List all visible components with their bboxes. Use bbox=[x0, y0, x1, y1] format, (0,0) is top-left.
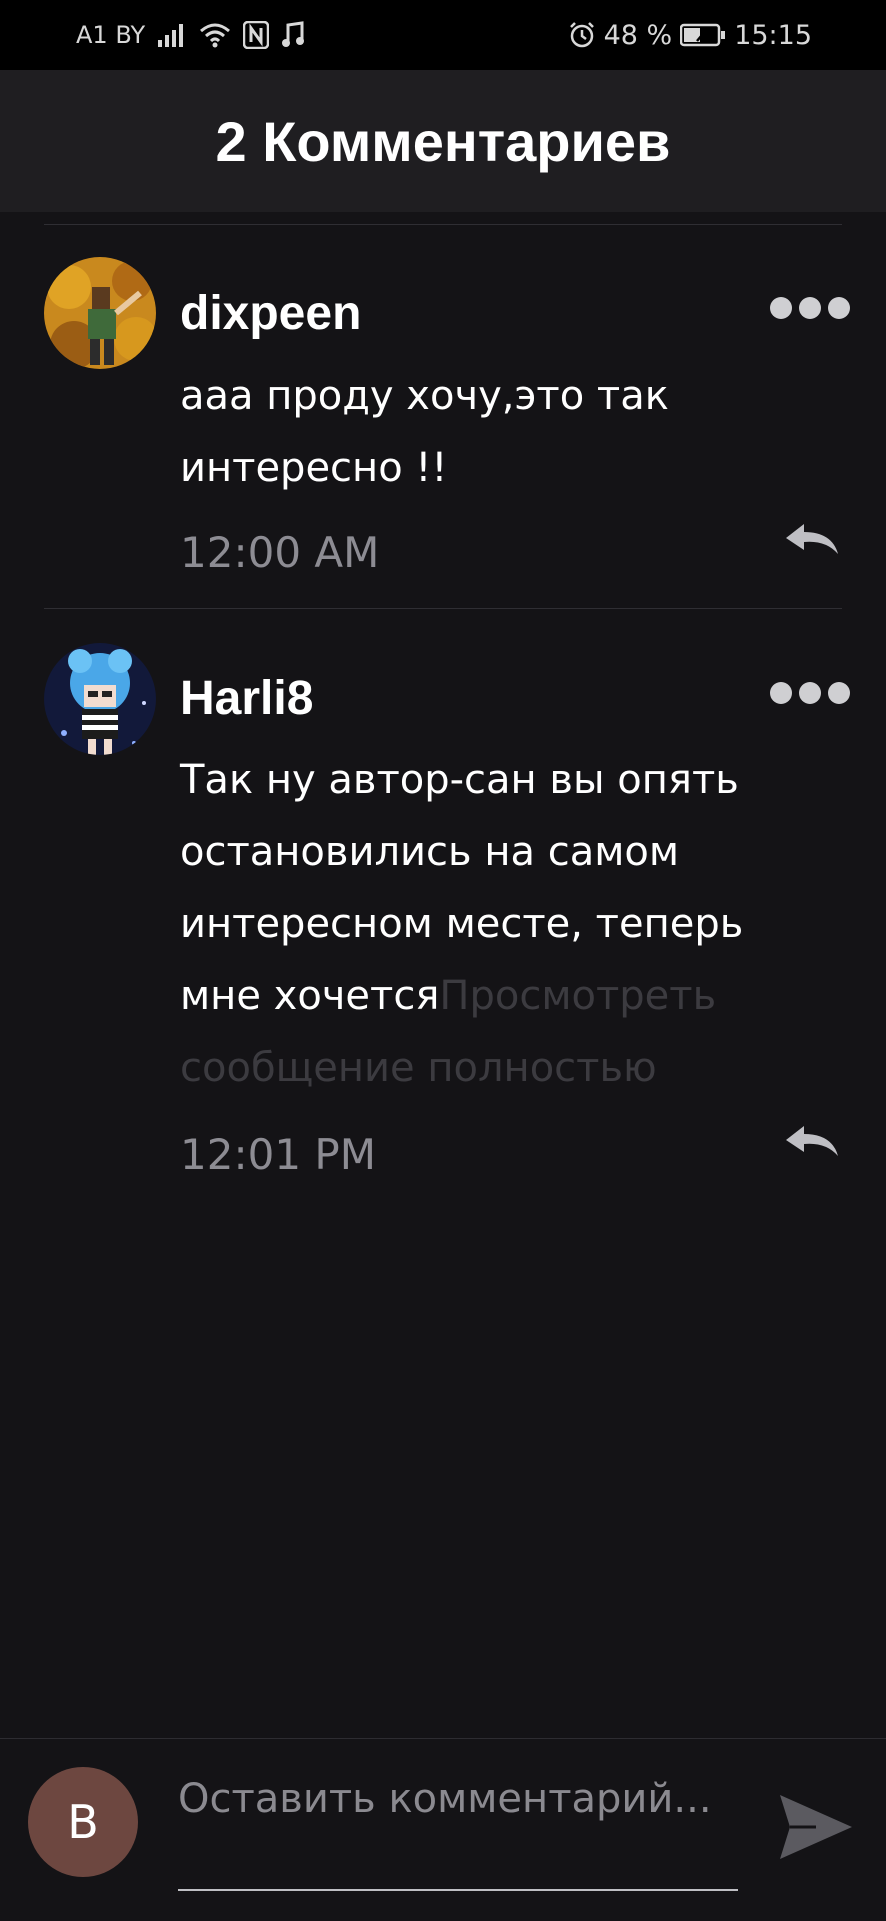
dot-icon bbox=[799, 297, 821, 319]
comment-composer: B Оставить комментарий... bbox=[0, 1738, 886, 1921]
avatar[interactable] bbox=[44, 257, 156, 369]
send-button[interactable] bbox=[776, 1791, 856, 1863]
comment-text: Так ну автор-сан вы опять остановились н… bbox=[180, 744, 830, 1104]
alarm-icon bbox=[568, 21, 596, 49]
send-icon bbox=[780, 1795, 852, 1859]
comments-header: 2 Комментариев bbox=[0, 70, 886, 212]
dot-icon bbox=[770, 297, 792, 319]
signal-icon bbox=[157, 22, 187, 48]
reply-icon bbox=[786, 524, 838, 554]
comment-username[interactable]: dixpeen bbox=[180, 286, 361, 342]
dot-icon bbox=[770, 682, 792, 704]
comment-time: 12:01 PM bbox=[180, 1130, 376, 1179]
comment-text-content: ааа проду хочу,это так интересно !! bbox=[180, 373, 669, 491]
wifi-icon bbox=[199, 22, 231, 48]
carrier-label: A1 BY bbox=[76, 21, 146, 49]
dot-icon bbox=[799, 682, 821, 704]
comment-input[interactable]: Оставить комментарий... bbox=[178, 1771, 738, 1891]
music-note-icon bbox=[281, 21, 305, 49]
dot-icon bbox=[828, 297, 850, 319]
current-user-avatar: B bbox=[28, 1767, 138, 1877]
dot-icon bbox=[828, 682, 850, 704]
clock: 15:15 bbox=[734, 19, 812, 51]
reply-icon bbox=[786, 1126, 838, 1156]
comment-time: 12:00 AM bbox=[180, 528, 380, 577]
avatar-initial: B bbox=[67, 1795, 99, 1849]
more-options-button[interactable] bbox=[770, 675, 850, 711]
page-title: 2 Комментариев bbox=[215, 109, 671, 173]
reply-button[interactable] bbox=[782, 1122, 842, 1162]
battery-icon bbox=[680, 23, 726, 47]
battery-percent: 48 % bbox=[603, 19, 673, 51]
reply-button[interactable] bbox=[782, 520, 842, 560]
comment-username[interactable]: Harli8 bbox=[180, 671, 313, 727]
comment-text: ааа проду хочу,это так интересно !! bbox=[180, 360, 830, 504]
divider bbox=[44, 608, 842, 609]
avatar[interactable] bbox=[44, 643, 156, 755]
divider bbox=[44, 224, 842, 225]
nfc-icon bbox=[243, 21, 270, 49]
more-options-button[interactable] bbox=[770, 290, 850, 326]
status-bar: A1 BY 48 % 15:15 bbox=[0, 0, 886, 70]
